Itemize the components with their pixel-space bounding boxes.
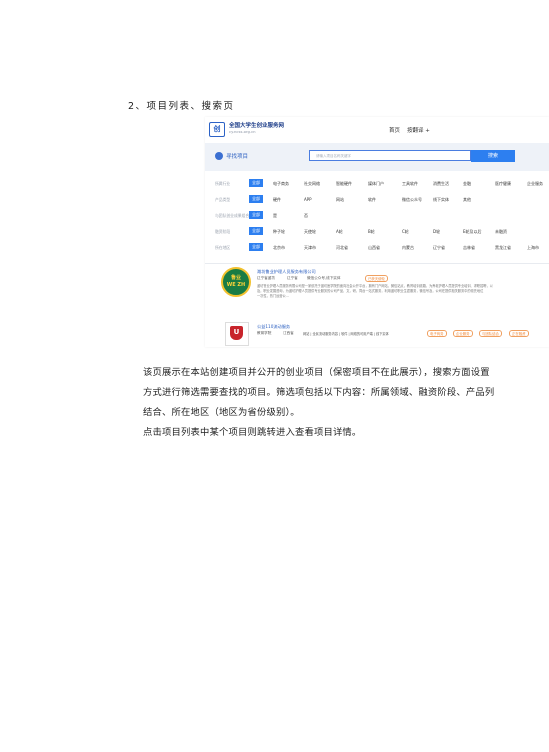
filter-option[interactable]: C轮 (402, 229, 409, 235)
project-logo-icon: 鲁业 WE ZH (221, 267, 251, 297)
filter-option[interactable]: 全部 (249, 227, 263, 235)
filter-option[interactable]: 消费生活 (433, 181, 449, 187)
top-bar: 创 全国大学生创业服务网 cy.ncss.org.cn 首页 按翻译 + (205, 117, 549, 144)
filter-option[interactable]: 辽宁省 (433, 245, 445, 251)
search-project-icon (215, 152, 223, 160)
filter-option[interactable]: 种子轮 (273, 229, 285, 235)
filter-option[interactable]: 吉林省 (463, 245, 475, 251)
filter-label: 与团队创业成果组合 (215, 213, 250, 218)
filter-label: 所属行业 (215, 181, 231, 186)
paragraph-line-4: 点击项目列表中某个项目则跳转进入查看项目详情。 (143, 427, 362, 438)
filter-option[interactable]: A轮 (336, 229, 343, 235)
filter-option[interactable]: B轮 (368, 229, 375, 235)
project-tag: 企业服务 (453, 330, 473, 337)
embedded-screenshot: 创 全国大学生创业服务网 cy.ncss.org.cn 首页 按翻译 + 寻找项… (205, 117, 549, 347)
filter-row: 所属行业 全部 电子商务 社交网络 智能硬件 媒体门户 工具软件 消费生活 金融 医疗健康 企业服务 (205, 179, 549, 189)
search-hero: 寻找项目 请输入项目名称关键字 搜索 (205, 143, 549, 171)
project-tag: 已获天使轮 (365, 275, 388, 282)
filter-option[interactable]: 企业服务 (527, 181, 543, 187)
section-heading: 2、项目列表、搜索页 (128, 101, 235, 112)
project-desc-line: 一次性，热门运营公... (257, 294, 289, 298)
project-tag: 与团队结合 (479, 330, 502, 337)
filter-option[interactable]: 全部 (249, 243, 263, 251)
paragraph-line-3: 结合、所在地区（地区为省份级别）。 (143, 407, 300, 418)
filter-option[interactable]: 北京市 (273, 245, 285, 251)
project-meta-type: 微信公众号,线下实体 (307, 276, 341, 280)
site-name: 全国大学生创业服务网 (229, 123, 285, 129)
filter-option[interactable]: 工具软件 (402, 181, 418, 187)
filter-row: 融资阶段 全部 种子轮 天使轮 A轮 B轮 C轮 D轮 E轮及以后 未融资 (205, 227, 549, 237)
nav-home[interactable]: 首页 (389, 126, 400, 134)
shield-icon: U (230, 326, 243, 340)
filter-option[interactable]: 微信公众号 (402, 197, 422, 203)
filter-option[interactable]: APP (304, 197, 312, 202)
filter-option[interactable]: 金融 (463, 181, 471, 187)
project-logo-icon: U (225, 322, 249, 346)
filter-row: 所在地区 全部 北京市 天津市 河北省 山西省 内蒙古 辽宁省 吉林省 黑龙江省 上海市 (205, 243, 549, 253)
filter-label: 产品类型 (215, 197, 231, 202)
paragraph-line-1: 该页展示在本站创建项目并公开的创业项目（保密项目不在此展示），搜索方面设置 (143, 367, 490, 378)
filter-option[interactable]: 天使轮 (304, 229, 316, 235)
filter-option[interactable]: 社交网络 (304, 181, 320, 187)
filter-option[interactable]: 河北省 (336, 245, 348, 251)
site-logo-icon: 创 (209, 122, 225, 137)
filter-option[interactable]: 内蒙古 (402, 245, 414, 251)
filter-option[interactable]: 全部 (249, 195, 263, 203)
project-meta-school: 教育学院 (257, 331, 272, 335)
project-meta-province: 江西省 (283, 331, 294, 335)
hero-title: 寻找项目 (226, 154, 249, 160)
project-title[interactable]: 潍坊鲁业护理人员服务有限公司 (257, 269, 316, 275)
list-divider (205, 263, 549, 264)
filter-option[interactable]: 网站 (336, 197, 344, 203)
nav-more[interactable]: 按翻译 + (407, 126, 430, 134)
filter-option[interactable]: 天津市 (304, 245, 316, 251)
filter-option[interactable]: 线下实体 (433, 197, 449, 203)
filter-option[interactable]: 其他 (463, 197, 471, 203)
project-meta-type: 网站 | 全民流动服务内容 | 软件 | 网络的可用户端 | 线下实体 (303, 332, 389, 336)
project-title[interactable]: 公益110流动服务 (257, 324, 290, 330)
filter-option[interactable]: 是 (273, 213, 277, 219)
project-meta-province: 辽宁省 (287, 276, 298, 280)
filter-option[interactable]: 未融资 (495, 229, 507, 235)
filter-option[interactable]: 电子商务 (273, 181, 289, 187)
filter-option[interactable]: 全部 (249, 211, 263, 219)
site-url: cy.ncss.org.cn (229, 129, 256, 134)
filter-option[interactable]: E轮及以后 (463, 229, 482, 235)
filter-option[interactable]: 智能硬件 (336, 181, 352, 187)
search-button[interactable]: 搜索 (471, 150, 515, 162)
filter-option[interactable]: 硬件 (273, 197, 281, 203)
paragraph-line-2: 方式进行筛选需要查找的项目。筛选项包括以下内容：所属领域、融资阶段、产品列 (143, 387, 495, 398)
filter-label: 所在地区 (215, 245, 231, 250)
filter-option[interactable]: 山西省 (368, 245, 380, 251)
filter-option[interactable]: D轮 (433, 229, 440, 235)
filter-option[interactable]: 黑龙江省 (495, 245, 511, 251)
filter-row: 产品类型 全部 硬件 APP 网站 软件 微信公众号 线下实体 其他 (205, 195, 549, 205)
filter-option[interactable]: 软件 (368, 197, 376, 203)
search-input[interactable]: 请输入项目名称关键字 (309, 150, 471, 161)
project-meta-city: 辽宁省潍坊 (257, 276, 275, 280)
project-tag: 电子商务 (427, 330, 447, 337)
filter-option[interactable]: 否 (304, 213, 308, 219)
filter-option[interactable]: 上海市 (527, 245, 539, 251)
project-tag: 正在融资 (509, 330, 529, 337)
filter-row: 与团队创业成果组合 全部 是 否 (205, 211, 549, 221)
filter-option[interactable]: 全部 (249, 179, 263, 187)
filter-option[interactable]: 媒体门户 (368, 181, 384, 187)
filter-label: 融资阶段 (215, 229, 231, 234)
filter-option[interactable]: 医疗健康 (495, 181, 511, 187)
